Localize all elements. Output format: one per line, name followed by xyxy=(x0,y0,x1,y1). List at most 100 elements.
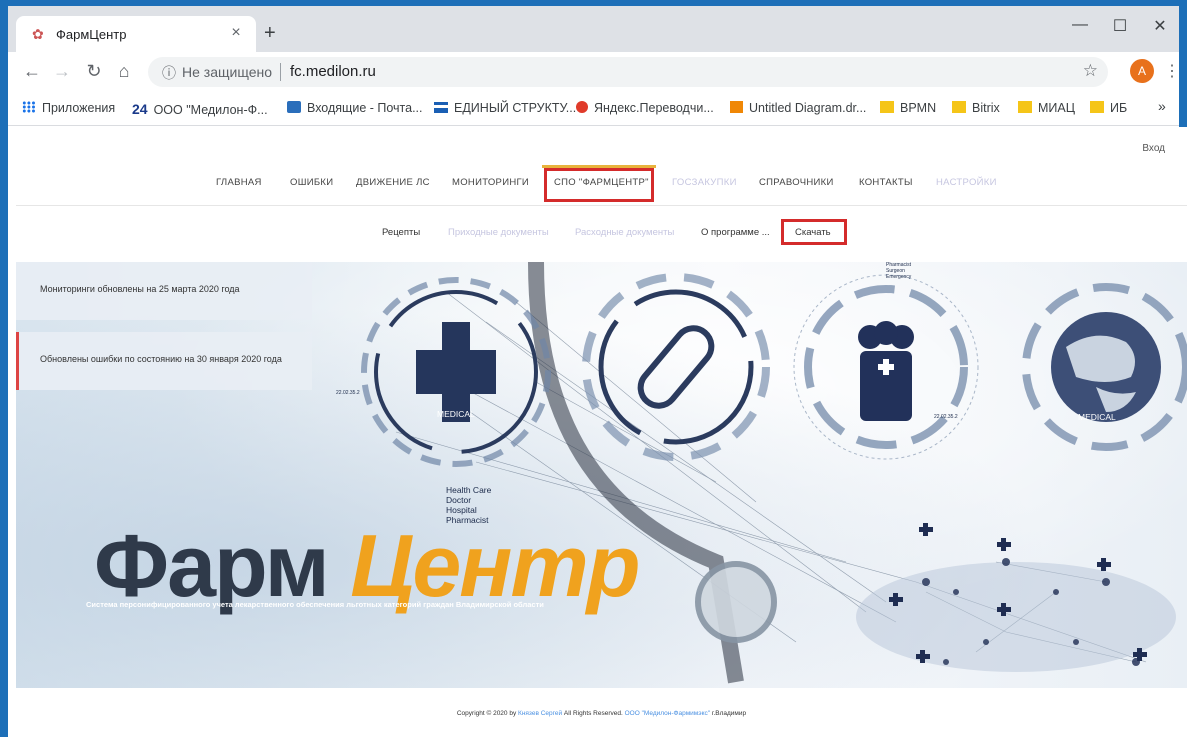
footer-city: г.Владимир xyxy=(711,710,747,717)
tab-title: ФармЦентр xyxy=(56,27,127,42)
bookmark-apps[interactable]: Приложения xyxy=(22,101,115,115)
bookmark-mail[interactable]: Входящие - Почта... xyxy=(287,101,423,115)
nav-contacts[interactable]: КОНТАКТЫ xyxy=(859,177,913,188)
home-button[interactable]: ⌂ xyxy=(112,61,136,82)
omnibox-separator xyxy=(280,63,281,81)
role-item: Doctor xyxy=(446,495,472,505)
nav-drug-movement[interactable]: ДВИЖЕНИЕ ЛС xyxy=(356,177,430,188)
mail-icon xyxy=(287,101,301,113)
bookmarks-bar: Приложения 24 ООО "Медилон-Ф... Входящие … xyxy=(8,92,1179,126)
globe-circle xyxy=(1022,283,1187,451)
notice-monitoring[interactable]: Мониторинги обновлены на 25 марта 2020 г… xyxy=(16,262,312,320)
subnav-outgoing-docs[interactable]: Расходные документы xyxy=(575,227,674,238)
subnav-recipes[interactable]: Рецепты xyxy=(382,227,420,238)
forward-button[interactable]: → xyxy=(50,61,74,82)
pill-circle xyxy=(582,273,770,461)
mini-roles-list: Pharmacist Surgeon Emergency xyxy=(886,262,911,280)
bookmark-medilon[interactable]: 24 ООО "Медилон-Ф... xyxy=(132,101,268,117)
bookmark-label: BPMN xyxy=(900,101,937,115)
code-label-right: 22.02.35.2 xyxy=(934,414,958,420)
bookmark-label: ИБ xyxy=(1110,101,1128,115)
bookmark-yandex[interactable]: Яндекс.Переводчи... xyxy=(576,101,714,115)
insecure-label: Не защищено xyxy=(182,64,272,80)
minimize-button[interactable]: — xyxy=(1060,16,1100,34)
sub-nav: Рецепты Приходные документы Расходные до… xyxy=(16,219,1187,245)
login-link[interactable]: Вход xyxy=(1142,143,1165,154)
folder-icon xyxy=(1090,101,1104,113)
browser-window: ✿ ФармЦентр × + — ☐ ✕ ← → ↻ ⌂ ⓘ Не защищ… xyxy=(0,0,1187,743)
bookmark-star-icon[interactable]: ☆ xyxy=(1083,61,1098,81)
nav-errors[interactable]: ОШИБКИ xyxy=(290,177,333,188)
hero-banner: MEDICAL MEDICAL 22.02.35.2 22.02.35.2 Ph… xyxy=(16,262,1187,688)
mini-role: Emergency xyxy=(886,274,912,280)
apps-icon xyxy=(22,101,36,113)
nav-directories[interactable]: СПРАВОЧНИКИ xyxy=(759,177,834,188)
folder-icon xyxy=(952,101,966,113)
bookmark-label: Bitrix xyxy=(972,101,1000,115)
subnav-about[interactable]: О программе ... xyxy=(701,227,770,238)
folder-icon xyxy=(1018,101,1032,113)
world-map xyxy=(856,558,1176,672)
new-tab-button[interactable]: + xyxy=(264,22,276,45)
maximize-button[interactable]: ☐ xyxy=(1100,16,1140,36)
profile-avatar[interactable]: A xyxy=(1130,59,1154,83)
bookmark-label: ООО "Медилон-Ф... xyxy=(153,103,268,117)
nav-settings[interactable]: НАСТРОЙКИ xyxy=(936,177,997,188)
code-label-left: 22.02.35.2 xyxy=(336,390,360,396)
tab-close-icon[interactable]: × xyxy=(226,24,246,42)
bookmark-miac[interactable]: МИАЦ xyxy=(1018,101,1075,115)
url-text[interactable]: fc.medilon.ru xyxy=(290,63,376,80)
notice-text: Обновлены ошибки по состоянию на 30 янва… xyxy=(40,354,282,364)
nav-procurement[interactable]: ГОСЗАКУПКИ xyxy=(672,177,737,188)
bookmark-bitrix[interactable]: Bitrix xyxy=(952,101,1000,115)
reload-button[interactable]: ↻ xyxy=(82,61,106,82)
browser-menu-icon[interactable]: ⋮ xyxy=(1164,61,1180,81)
tab-strip: ✿ ФармЦентр × + — ☐ ✕ xyxy=(8,6,1179,52)
footer: Copyright © 2020 by Князев Сергей All Ri… xyxy=(16,710,1187,717)
bookmark-label: Входящие - Почта... xyxy=(307,101,423,115)
bookmark-label: МИАЦ xyxy=(1038,101,1075,115)
footer-rights: All Rights Reserved. xyxy=(563,710,623,717)
nav-home[interactable]: ГЛАВНАЯ xyxy=(216,177,262,188)
medical-cross-circle xyxy=(361,277,551,467)
page-content: Вход ГЛАВНАЯ ОШИБКИ ДВИЖЕНИЕ ЛС МОНИТОРИ… xyxy=(16,127,1187,743)
nav-monitoring[interactable]: МОНИТОРИНГИ xyxy=(452,177,529,188)
main-nav: ГЛАВНАЯ ОШИБКИ ДВИЖЕНИЕ ЛС МОНИТОРИНГИ С… xyxy=(16,165,1187,203)
role-item: Hospital xyxy=(446,505,477,515)
role-item: Health Care xyxy=(446,485,492,495)
folder-icon xyxy=(880,101,894,113)
info-icon[interactable]: ⓘ xyxy=(162,63,176,83)
nav-spo-pharmcenter[interactable]: СПО "ФАРМЦЕНТР" xyxy=(554,177,649,188)
more-bookmarks-button[interactable]: » xyxy=(1158,98,1166,114)
notice-accent-bar xyxy=(16,332,19,390)
hero-subtitle: Система персонифицированного учета лекар… xyxy=(86,600,544,609)
bookmark-label: Яндекс.Переводчи... xyxy=(594,101,714,115)
nav-divider xyxy=(16,205,1187,206)
bookmark-label: Приложения xyxy=(42,101,116,115)
bookmark-label: Untitled Diagram.dr... xyxy=(749,101,867,115)
subnav-download[interactable]: Скачать xyxy=(795,227,831,238)
bookmark-drawio[interactable]: Untitled Diagram.dr... xyxy=(730,101,866,115)
footer-company-link[interactable]: ООО "Медилон-Фармимэкс" xyxy=(625,710,710,717)
medical-label-right: MEDICAL xyxy=(1078,412,1116,422)
footer-author-link[interactable]: Князев Сергей xyxy=(518,710,562,717)
notice-errors[interactable]: Обновлены ошибки по состоянию на 30 янва… xyxy=(16,332,312,390)
yandex-icon xyxy=(576,101,588,113)
address-toolbar: ← → ↻ ⌂ ⓘ Не защищено fc.medilon.ru ☆ A … xyxy=(8,52,1180,92)
medical-label-left: MEDICAL xyxy=(437,409,475,419)
footer-prefix: Copyright © 2020 by xyxy=(456,710,517,717)
bookmark-structure[interactable]: ЕДИНЫЙ СТРУКТУ... xyxy=(434,101,576,115)
browser-tab[interactable]: ✿ ФармЦентр × xyxy=(16,16,256,52)
close-window-button[interactable]: ✕ xyxy=(1140,16,1180,36)
people-circle xyxy=(793,274,979,460)
drawio-icon xyxy=(730,101,743,113)
bookmark-bpmn[interactable]: BPMN xyxy=(880,101,936,115)
menu-icon xyxy=(434,102,448,113)
24-icon: 24 xyxy=(132,101,148,117)
back-button[interactable]: ← xyxy=(20,61,44,82)
subnav-incoming-docs[interactable]: Приходные документы xyxy=(448,227,549,238)
bookmark-label: ЕДИНЫЙ СТРУКТУ... xyxy=(454,101,577,115)
bookmark-ib[interactable]: ИБ xyxy=(1090,101,1127,115)
address-bar[interactable]: ⓘ Не защищено fc.medilon.ru ☆ xyxy=(148,57,1108,87)
site-favicon-icon: ✿ xyxy=(32,26,44,42)
